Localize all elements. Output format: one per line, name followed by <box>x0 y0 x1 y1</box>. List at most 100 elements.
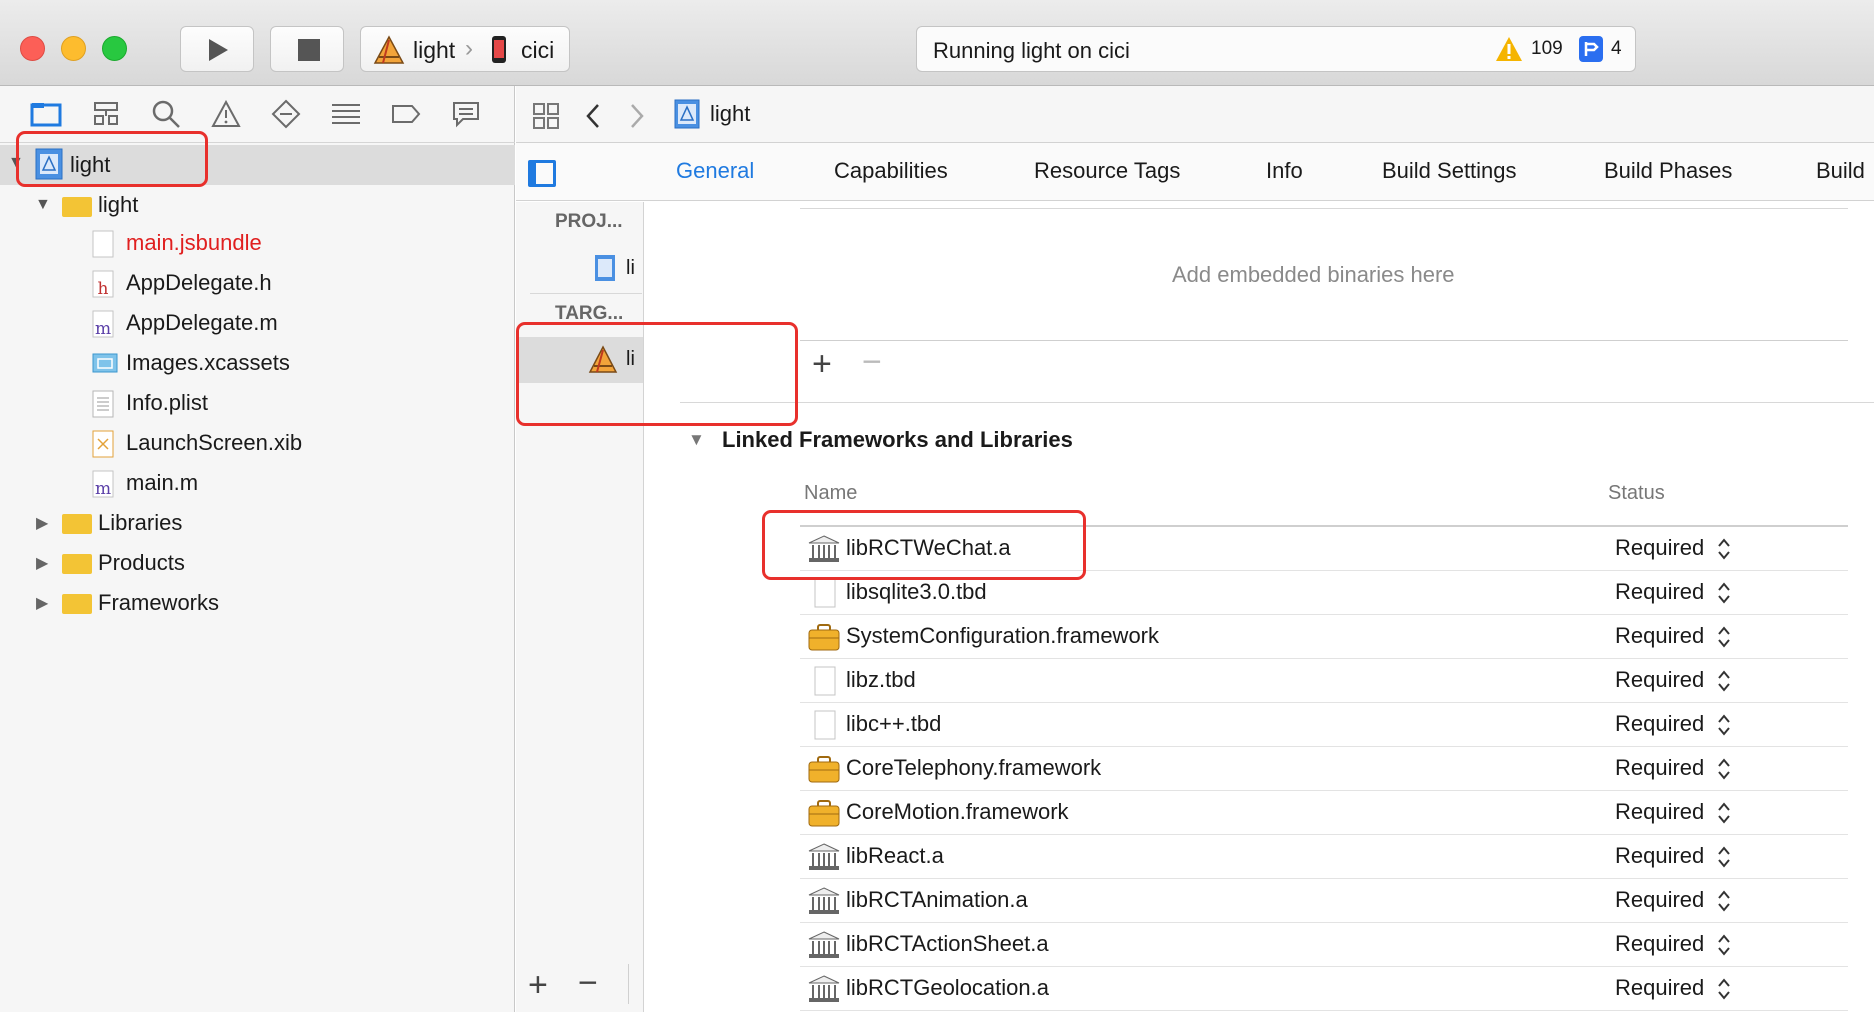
xib-file-icon <box>92 430 114 458</box>
disclosure-triangle-closed-icon[interactable]: ▶ <box>36 593 48 613</box>
issue-navigator-warning-icon[interactable] <box>206 96 246 132</box>
status-popup[interactable]: Required <box>1615 711 1704 737</box>
project-item-label[interactable]: li <box>626 257 635 280</box>
back-chevron-icon[interactable] <box>584 102 602 130</box>
file-row[interactable]: m main.m <box>92 464 512 504</box>
add-embedded-binary-button[interactable]: + <box>812 347 832 381</box>
group-name: Libraries <box>98 510 183 535</box>
updown-arrows-icon[interactable] <box>1717 712 1731 738</box>
tab-info[interactable]: Info <box>1266 158 1303 184</box>
library-name: libReact.a <box>846 843 944 868</box>
debug-navigator-icon[interactable] <box>326 96 366 132</box>
library-name: libRCTActionSheet.a <box>846 931 1049 956</box>
library-name: libsqlite3.0.tbd <box>846 579 987 604</box>
tab-build-phases[interactable]: Build Phases <box>1604 158 1732 184</box>
group-row[interactable]: ▶ Libraries <box>0 504 515 544</box>
library-row[interactable]: libRCTAnimation.a Required <box>800 879 1848 923</box>
library-row[interactable]: libRCTActionSheet.a Required <box>800 923 1848 967</box>
updown-arrows-icon[interactable] <box>1717 668 1731 694</box>
issue-icon[interactable] <box>1579 36 1603 62</box>
folder-icon <box>62 197 92 217</box>
file-row[interactable]: main.jsbundle <box>92 224 512 264</box>
svg-text:m: m <box>95 319 111 338</box>
group-row[interactable]: ▶ Frameworks <box>0 584 515 624</box>
status-popup[interactable]: Required <box>1615 623 1704 649</box>
group-row[interactable]: ▶ Products <box>0 544 515 584</box>
updown-arrows-icon[interactable] <box>1717 976 1731 1002</box>
status-popup[interactable]: Required <box>1615 887 1704 913</box>
project-section-header: PROJ... <box>555 211 623 232</box>
tab-general[interactable]: General <box>676 158 754 184</box>
stop-button[interactable] <box>270 26 344 72</box>
tab-resource-tags[interactable]: Resource Tags <box>1034 158 1180 184</box>
run-button[interactable] <box>180 26 254 72</box>
file-name: AppDelegate.h <box>126 270 272 295</box>
updown-arrows-icon[interactable] <box>1717 800 1731 826</box>
forward-chevron-icon[interactable] <box>628 102 646 130</box>
updown-arrows-icon[interactable] <box>1717 536 1731 562</box>
scheme-name: light <box>413 37 456 63</box>
disclosure-triangle-closed-icon[interactable]: ▶ <box>36 553 48 573</box>
folder-icon <box>62 594 92 614</box>
related-items-grid-icon[interactable] <box>532 102 560 130</box>
status-popup[interactable]: Required <box>1615 799 1704 825</box>
status-popup[interactable]: Required <box>1615 975 1704 1001</box>
disclosure-triangle-closed-icon[interactable]: ▶ <box>36 513 48 533</box>
library-row[interactable]: libReact.a Required <box>800 835 1848 879</box>
zoom-window-button[interactable] <box>102 36 127 61</box>
library-row[interactable]: SystemConfiguration.framework Required <box>800 615 1848 659</box>
status-popup[interactable]: Required <box>1615 931 1704 957</box>
remove-embedded-binary-button[interactable]: − <box>862 345 882 379</box>
library-row[interactable]: CoreMotion.framework Required <box>800 791 1848 835</box>
file-row[interactable]: Info.plist <box>92 384 512 424</box>
updown-arrows-icon[interactable] <box>1717 888 1731 914</box>
project-navigator-folder-icon[interactable] <box>26 96 66 132</box>
symbol-navigator-icon[interactable] <box>86 96 126 132</box>
updown-arrows-icon[interactable] <box>1717 756 1731 782</box>
status-column-header[interactable]: Status <box>1608 482 1665 505</box>
file-row[interactable]: LaunchScreen.xib <box>92 424 512 464</box>
status-popup[interactable]: Required <box>1615 579 1704 605</box>
warning-icon[interactable] <box>1495 36 1523 62</box>
file-row[interactable]: h AppDelegate.h <box>92 264 512 304</box>
status-popup[interactable]: Required <box>1615 535 1704 561</box>
updown-arrows-icon[interactable] <box>1717 624 1731 650</box>
status-popup[interactable]: Required <box>1615 755 1704 781</box>
library-row[interactable]: libRCTGeolocation.a Required <box>800 967 1848 1011</box>
tab-capabilities[interactable]: Capabilities <box>834 158 948 184</box>
library-row[interactable]: libz.tbd Required <box>800 659 1848 703</box>
status-popup[interactable]: Required <box>1615 667 1704 693</box>
add-target-button[interactable]: + <box>528 968 548 1002</box>
group-name: Frameworks <box>98 590 220 615</box>
breadcrumb[interactable]: light <box>710 101 750 127</box>
breakpoint-navigator-icon[interactable] <box>386 96 426 132</box>
test-navigator-diamond-icon[interactable] <box>266 96 306 132</box>
show-targets-toggle-icon[interactable] <box>528 160 556 187</box>
updown-arrows-icon[interactable] <box>1717 932 1731 958</box>
library-name: libRCTAnimation.a <box>846 887 1028 912</box>
scheme-selector[interactable]: light › cici <box>360 26 570 72</box>
divider <box>800 340 1848 341</box>
file-row[interactable]: m AppDelegate.m <box>92 304 512 344</box>
remove-target-button[interactable]: − <box>578 966 598 1000</box>
library-row[interactable]: CoreTelephony.framework Required <box>800 747 1848 791</box>
disclosure-triangle-open-icon[interactable]: ▼ <box>688 430 705 450</box>
status-popup[interactable]: Required <box>1615 843 1704 869</box>
close-window-button[interactable] <box>20 36 45 61</box>
issue-count: 4 <box>1611 38 1622 59</box>
name-column-header[interactable]: Name <box>804 482 857 505</box>
file-name: main.jsbundle <box>126 230 262 255</box>
device-name: cici <box>521 37 555 63</box>
group-name[interactable]: light <box>98 192 138 218</box>
updown-arrows-icon[interactable] <box>1717 844 1731 870</box>
library-row[interactable]: libc++.tbd Required <box>800 703 1848 747</box>
updown-arrows-icon[interactable] <box>1717 580 1731 606</box>
disclosure-triangle-open-icon[interactable]: ▼ <box>35 196 51 214</box>
tab-build[interactable]: Build <box>1816 158 1865 184</box>
search-icon[interactable] <box>146 96 186 132</box>
report-navigator-icon[interactable] <box>446 96 486 132</box>
file-name: Info.plist <box>126 390 208 415</box>
file-row[interactable]: Images.xcassets <box>92 344 512 384</box>
tab-build-settings[interactable]: Build Settings <box>1382 158 1517 184</box>
minimize-window-button[interactable] <box>61 36 86 61</box>
